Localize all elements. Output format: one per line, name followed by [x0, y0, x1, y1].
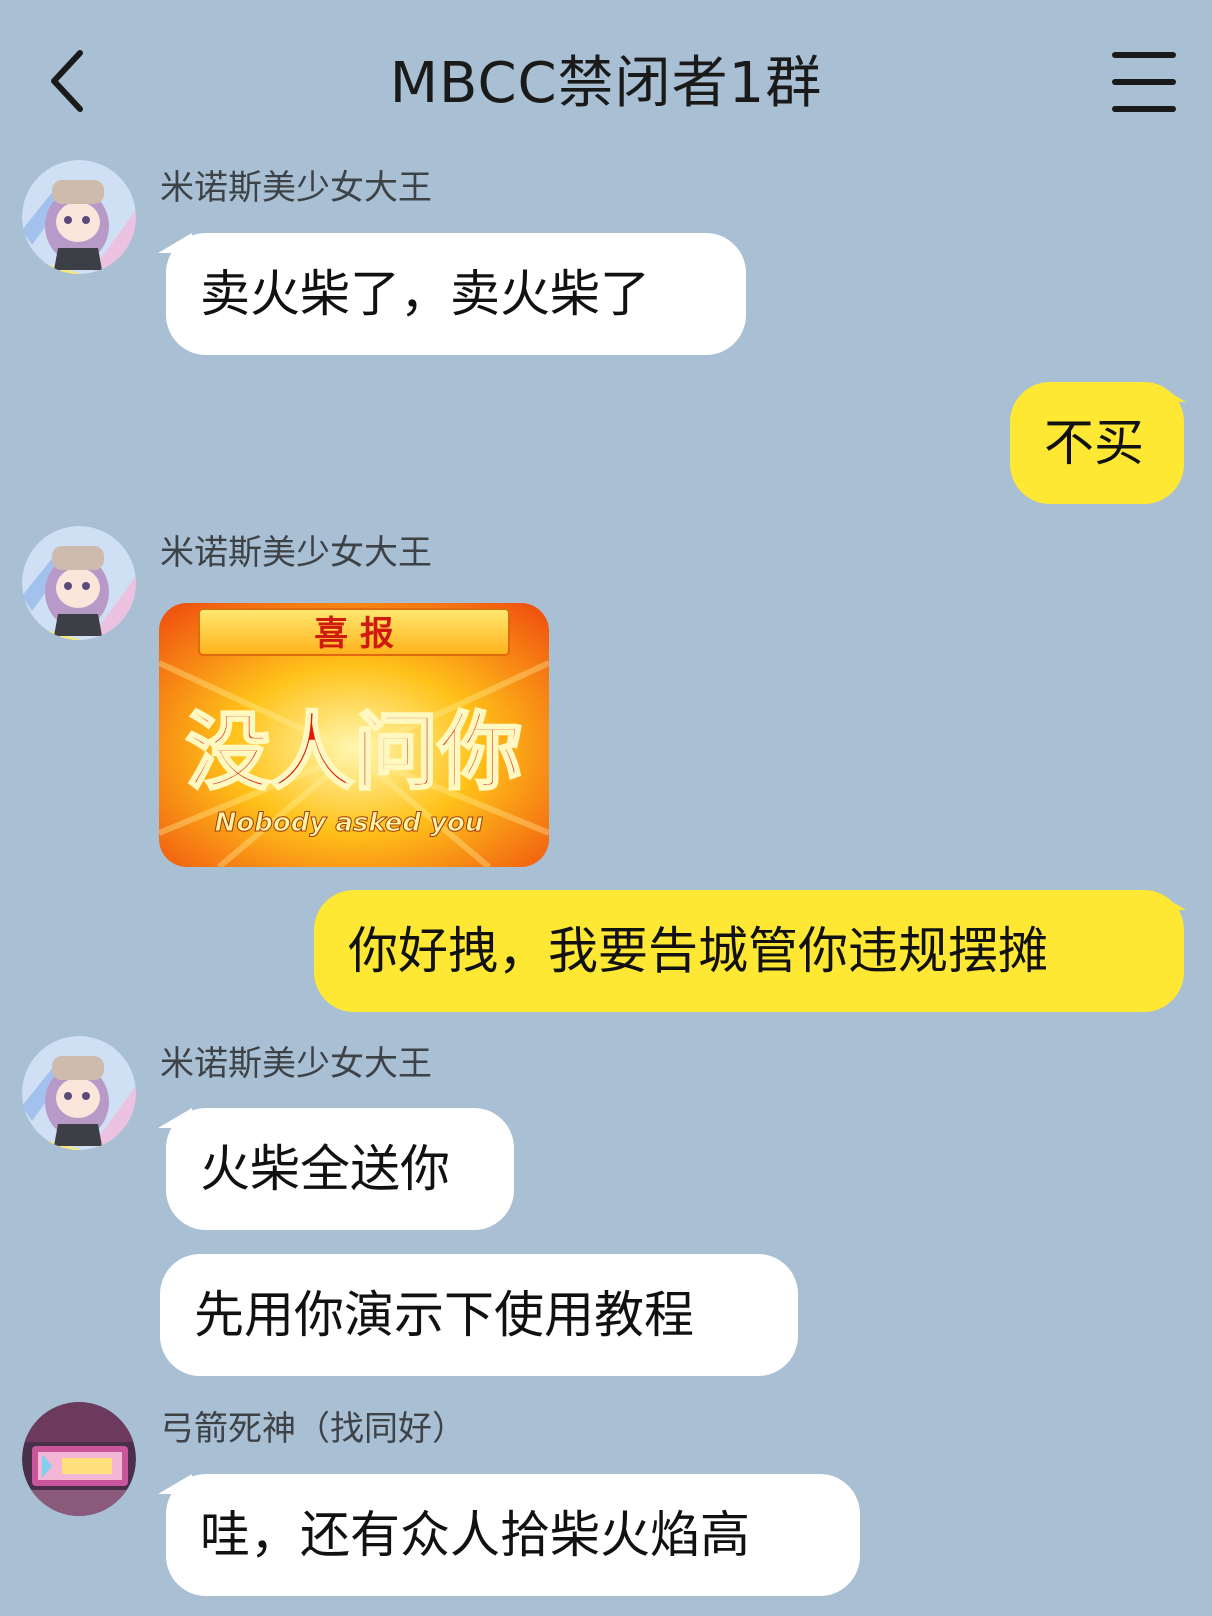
- sender-name: 弓箭死神（找同好）: [160, 1409, 466, 1449]
- message-bubble[interactable]: 你好拽，我要告城管你违规摆摊: [314, 890, 1184, 1012]
- message-bubble[interactable]: 不买: [1010, 382, 1184, 504]
- avatar[interactable]: [22, 1036, 136, 1150]
- message-bubble[interactable]: 卖火柴了，卖火柴了: [166, 233, 746, 355]
- message-text: 火柴全送你: [200, 1140, 450, 1198]
- message-bubble[interactable]: 先用你演示下使用教程: [160, 1254, 798, 1376]
- message-text: 先用你演示下使用教程: [194, 1286, 694, 1344]
- chat-title: MBCC禁闭者1群: [389, 51, 823, 116]
- sticker-top-text: 喜 报: [314, 614, 394, 654]
- sender-name: 米诺斯美少女大王: [160, 1044, 432, 1084]
- message-bubble[interactable]: 哇，还有众人拾柴火焰高: [166, 1474, 860, 1596]
- hamburger-menu-icon: [1112, 52, 1176, 58]
- sender-name: 米诺斯美少女大王: [160, 168, 432, 208]
- message-bubble[interactable]: 火柴全送你: [166, 1108, 514, 1230]
- avatar[interactable]: [22, 160, 136, 274]
- message-text: 卖火柴了，卖火柴了: [200, 265, 650, 323]
- message-text: 不买: [1044, 414, 1144, 472]
- sender-name: 米诺斯美少女大王: [160, 533, 432, 573]
- sticker-main-text: 没人问你: [186, 703, 522, 801]
- avatar[interactable]: [22, 1402, 136, 1516]
- avatar[interactable]: [22, 526, 136, 640]
- chat-header: MBCC禁闭者1群: [0, 0, 1212, 160]
- message-text: 哇，还有众人拾柴火焰高: [200, 1506, 750, 1564]
- sticker-sub-text: Nobody asked you: [215, 808, 484, 838]
- sticker-image[interactable]: 喜 报 没人问你 Nobody asked you: [159, 603, 549, 867]
- menu-button[interactable]: [1112, 52, 1176, 112]
- message-text: 你好拽，我要告城管你违规摆摊: [348, 922, 1048, 980]
